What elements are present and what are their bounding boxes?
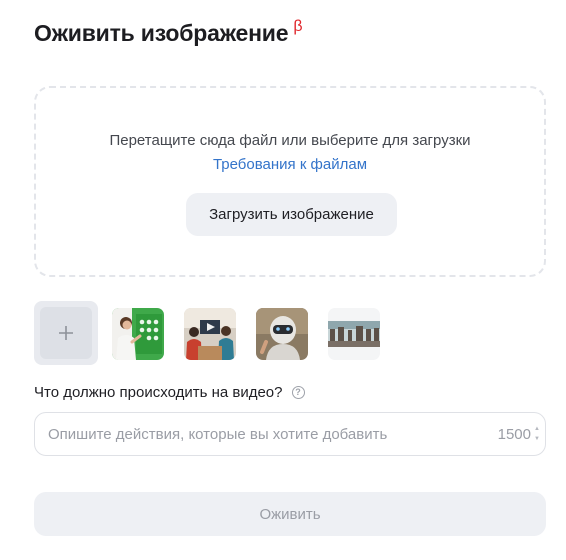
page-title: Оживить изображение (34, 20, 289, 46)
thumbnail-image (328, 308, 380, 360)
prompt-question-label: Что должно происходить на видео? (34, 384, 283, 401)
character-counter: 1500 (497, 426, 531, 443)
file-requirements-link[interactable]: Требования к файлам (36, 156, 544, 173)
beta-badge: β (293, 18, 303, 35)
example-thumb-robot[interactable] (256, 308, 308, 360)
example-thumb-meeting-screen[interactable] (184, 308, 236, 360)
file-dropzone[interactable]: Перетащите сюда файл или выберите для за… (34, 86, 546, 277)
example-thumb-teacher-green-board[interactable] (112, 308, 164, 360)
add-image-button[interactable] (34, 301, 98, 365)
dropzone-hint: Перетащите сюда файл или выберите для за… (109, 132, 471, 149)
prompt-question: Что должно происходить на видео? ? (34, 384, 305, 401)
example-thumb-city-street[interactable] (328, 308, 380, 360)
header: Оживить изображение β (34, 18, 303, 47)
thumbnail-image (184, 308, 236, 360)
plus-icon (59, 326, 73, 340)
prompt-input[interactable] (35, 413, 475, 455)
animate-image-panel: Оживить изображение β Перетащите сюда фа… (0, 0, 566, 560)
thumbnail-image (256, 308, 308, 360)
upload-image-button[interactable]: Загрузить изображение (186, 193, 397, 236)
animate-button[interactable]: Оживить (34, 492, 546, 536)
chevron-up-icon: ▲ (534, 426, 540, 432)
question-circle-icon[interactable]: ? (291, 386, 305, 399)
thumbnail-image (112, 308, 164, 360)
chevron-down-icon: ▼ (534, 436, 540, 442)
prompt-input-wrapper: 1500 ▲ ▼ (34, 412, 546, 456)
resize-handle[interactable]: ▲ ▼ (534, 426, 540, 442)
